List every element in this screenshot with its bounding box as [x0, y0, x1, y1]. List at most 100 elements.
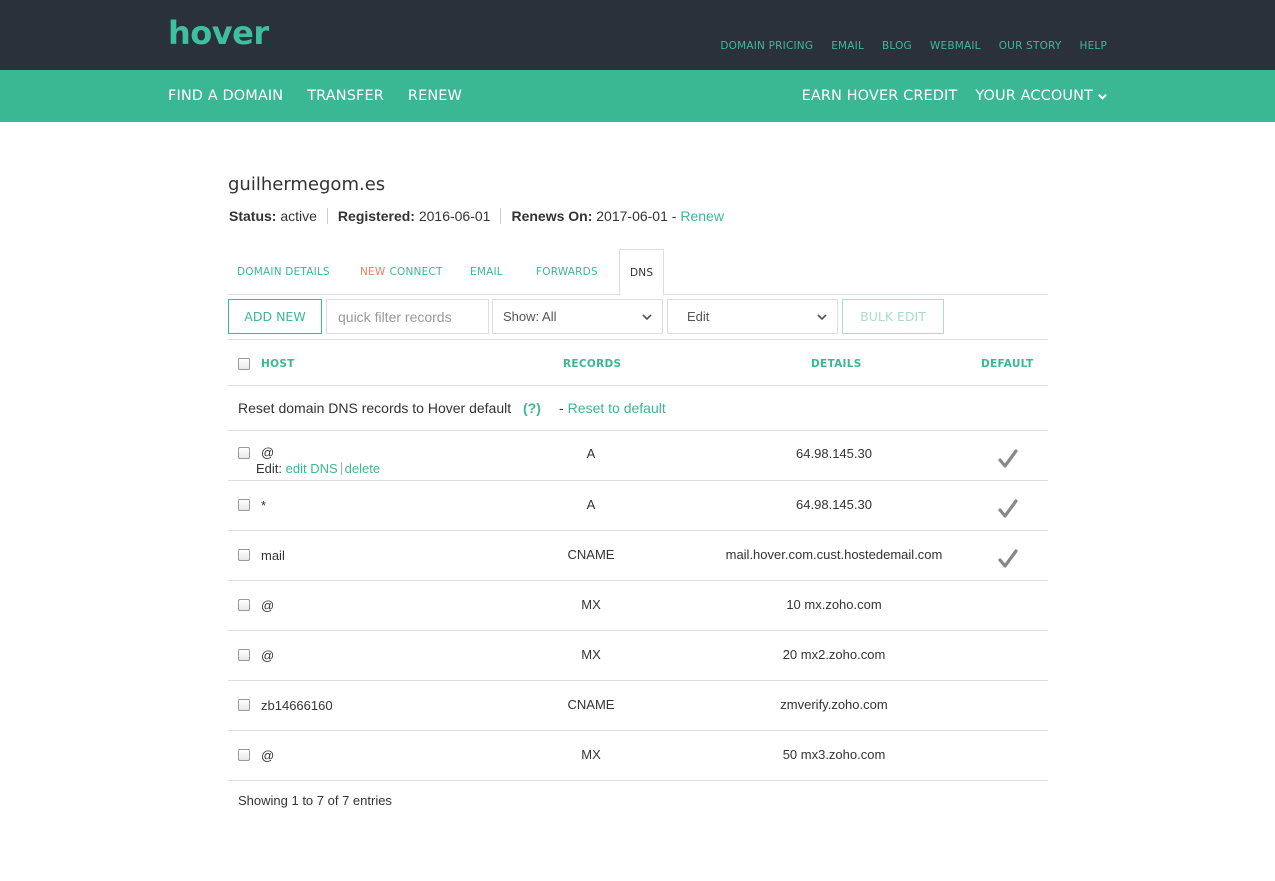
domain-meta: Status: active Registered: 2016-06-01 Re…	[229, 208, 724, 224]
nav-earn-hover-credit[interactable]: EARN HOVER CREDIT	[802, 88, 958, 104]
meta-divider	[500, 208, 502, 224]
row-host: @	[261, 648, 275, 663]
row-checkbox[interactable]	[238, 549, 250, 561]
row-edit-actions: Edit: edit DNS delete	[256, 461, 380, 476]
table-row: @ MX 50 mx3.zoho.com	[228, 731, 1048, 781]
status-value: active	[280, 208, 317, 224]
column-header-host[interactable]: HOST	[261, 358, 295, 370]
nav-transfer[interactable]: TRANSFER	[307, 88, 384, 104]
row-details: mail.hover.com.cust.hostedemail.com	[725, 547, 943, 562]
domain-tabs: DOMAIN DETAILS NEW CONNECT EMAIL FORWARDS…	[228, 249, 1048, 296]
row-checkbox[interactable]	[238, 447, 250, 459]
edit-dns-link[interactable]: edit DNS	[286, 461, 338, 476]
row-host: @	[261, 445, 275, 460]
checkmark-icon	[998, 549, 1018, 568]
edit-prefix: Edit:	[256, 461, 283, 476]
checkmark-icon	[998, 449, 1018, 468]
row-record-type: CNAME	[567, 697, 615, 712]
tab-forwards[interactable]: FORWARDS	[536, 249, 598, 295]
table-row: zb14666160 CNAME zmverify.zoho.com	[228, 681, 1048, 731]
row-record-type: CNAME	[567, 547, 615, 562]
bulk-edit-button[interactable]: BULK EDIT	[842, 299, 944, 334]
row-details: zmverify.zoho.com	[780, 697, 888, 712]
main-nav: FIND A DOMAIN TRANSFER RENEW EARN HOVER …	[0, 70, 1275, 122]
row-host: @	[261, 748, 275, 763]
row-checkbox[interactable]	[238, 599, 250, 611]
reset-default-row: Reset domain DNS records to Hover defaul…	[228, 386, 1048, 431]
nav-your-account-label: YOUR ACCOUNT	[975, 88, 1093, 104]
registered-label: Registered:	[337, 208, 415, 224]
row-checkbox[interactable]	[238, 749, 250, 761]
row-host: mail	[261, 548, 285, 563]
tab-email[interactable]: EMAIL	[470, 249, 503, 295]
quick-filter-input[interactable]	[326, 299, 489, 334]
chevron-down-icon	[1098, 93, 1107, 100]
meta-divider	[326, 208, 328, 224]
column-header-default[interactable]: DEFAULT	[981, 358, 1033, 370]
row-details: 64.98.145.30	[796, 446, 872, 461]
registered-value: 2016-06-01	[418, 208, 491, 224]
row-record-type: MX	[581, 597, 601, 612]
row-checkbox[interactable]	[238, 499, 250, 511]
row-record-type: MX	[581, 747, 601, 762]
table-row: mail CNAME mail.hover.com.cust.hostedema…	[228, 531, 1048, 581]
tab-connect[interactable]: NEW CONNECT	[360, 249, 443, 295]
table-row: @ MX 10 mx.zoho.com	[228, 581, 1048, 631]
tab-dns[interactable]: DNS	[619, 249, 665, 296]
show-filter-value: Show: All	[503, 309, 557, 324]
tab-domain-details[interactable]: DOMAIN DETAILS	[237, 249, 330, 295]
nav-find-a-domain[interactable]: FIND A DOMAIN	[168, 88, 283, 104]
checkmark-icon	[998, 499, 1018, 518]
row-host: @	[261, 598, 275, 613]
column-header-records[interactable]: RECORDS	[563, 358, 621, 370]
top-link-webmail[interactable]: WEBMAIL	[930, 40, 981, 52]
row-details: 20 mx2.zoho.com	[782, 647, 886, 662]
page-title: guilhermegom.es	[228, 174, 386, 195]
row-record-type: A	[586, 446, 596, 461]
top-links: DOMAIN PRICING EMAIL BLOG WEBMAIL OUR ST…	[720, 40, 1107, 52]
renews-label: Renews On:	[511, 208, 593, 224]
row-details: 10 mx.zoho.com	[786, 597, 882, 612]
table-info: Showing 1 to 7 of 7 entries	[238, 793, 392, 808]
reset-to-default: - Reset to default	[559, 400, 666, 416]
select-all-checkbox[interactable]	[238, 358, 250, 370]
reset-default-text: Reset domain DNS records to Hover defaul…	[238, 400, 512, 416]
dns-records-table: HOST RECORDS DETAILS DEFAULT Reset domai…	[228, 339, 1048, 781]
row-checkbox[interactable]	[238, 649, 250, 661]
row-details: 50 mx3.zoho.com	[782, 747, 886, 762]
table-row: @ Edit: edit DNS delete A 64.98.145.30	[228, 431, 1048, 481]
edit-action-select[interactable]: Edit	[667, 299, 838, 334]
row-checkbox[interactable]	[238, 699, 250, 711]
row-record-type: A	[586, 497, 596, 512]
row-host: *	[261, 498, 267, 513]
row-record-type: MX	[581, 647, 601, 662]
top-link-domain-pricing[interactable]: DOMAIN PRICING	[720, 40, 813, 52]
table-body: @ Edit: edit DNS delete A 64.98.145.30 * …	[228, 431, 1048, 781]
top-link-help[interactable]: HELP	[1079, 40, 1107, 52]
table-header: HOST RECORDS DETAILS DEFAULT	[228, 339, 1048, 386]
renew-separator: -	[671, 208, 677, 224]
edit-action-value: Edit	[687, 309, 710, 324]
chevron-down-icon	[642, 314, 652, 321]
top-link-email[interactable]: EMAIL	[831, 40, 864, 52]
reset-to-default-link[interactable]: Reset to default	[568, 400, 666, 416]
renew-link[interactable]: Renew	[680, 208, 724, 224]
add-new-button[interactable]: ADD NEW	[228, 299, 322, 334]
top-link-blog[interactable]: BLOG	[882, 40, 912, 52]
hover-logo[interactable]: hover	[168, 14, 269, 52]
reset-dash: -	[559, 400, 564, 416]
column-header-details[interactable]: DETAILS	[811, 358, 862, 370]
status-label: Status:	[229, 208, 277, 224]
nav-renew[interactable]: RENEW	[408, 88, 462, 104]
show-filter-select[interactable]: Show: All	[492, 299, 663, 334]
nav-your-account[interactable]: YOUR ACCOUNT	[975, 88, 1107, 104]
delete-link[interactable]: delete	[345, 461, 380, 476]
tab-connect-label: CONNECT	[389, 266, 443, 278]
table-row: * A 64.98.145.30	[228, 481, 1048, 531]
top-link-our-story[interactable]: OUR STORY	[999, 40, 1062, 52]
new-badge: NEW	[360, 266, 386, 278]
help-link[interactable]: (?)	[523, 400, 541, 416]
row-host: zb14666160	[261, 698, 333, 713]
top-header: hover DOMAIN PRICING EMAIL BLOG WEBMAIL …	[0, 0, 1275, 70]
row-details: 64.98.145.30	[796, 497, 872, 512]
